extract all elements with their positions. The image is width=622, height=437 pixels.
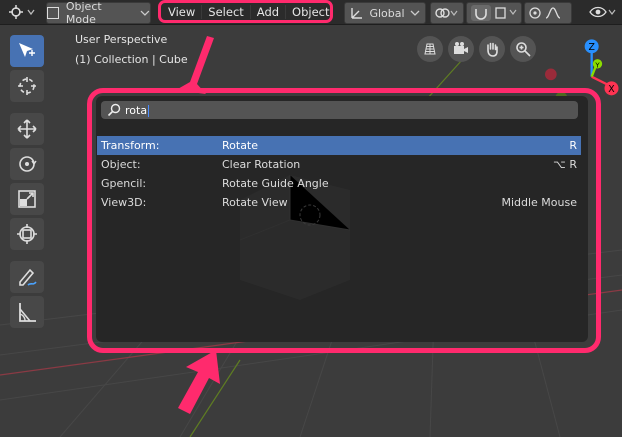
arrow-up-icon — [178, 350, 220, 414]
annotation-arrows — [176, 36, 220, 414]
arrow-up-icon — [176, 36, 214, 94]
